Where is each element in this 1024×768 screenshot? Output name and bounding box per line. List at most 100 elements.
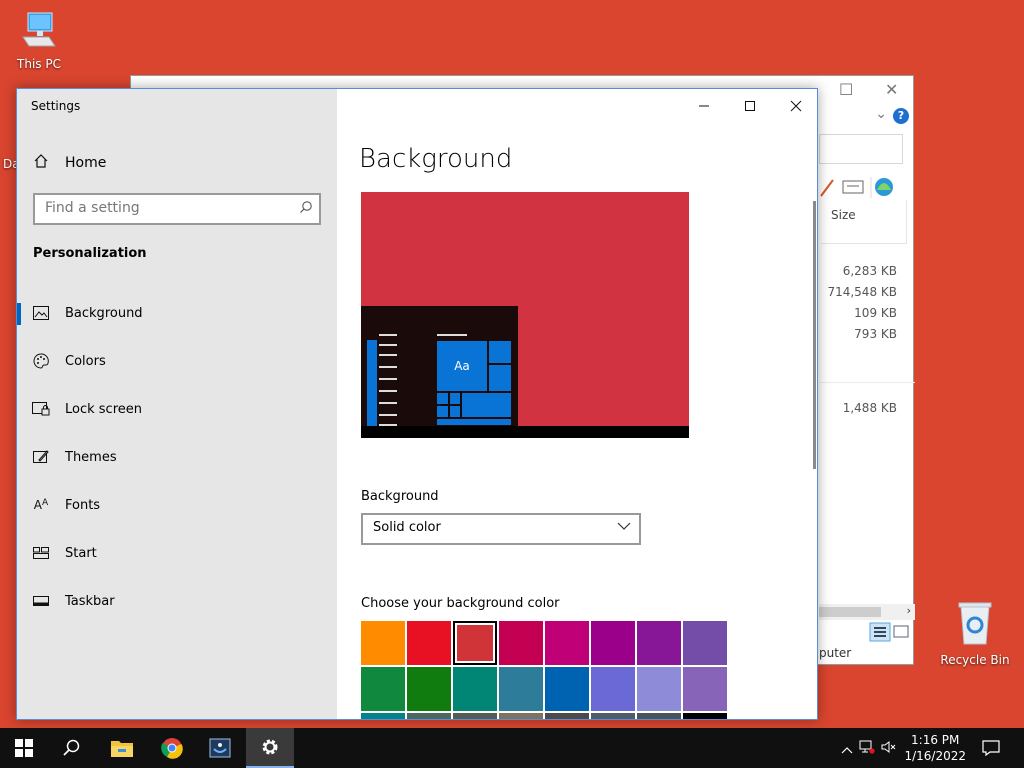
choose-color-label: Choose your background color: [361, 596, 560, 611]
color-swatch[interactable]: [591, 667, 635, 711]
recycle-bin-icon: [940, 600, 1010, 649]
color-swatch[interactable]: [453, 621, 497, 665]
minimize-button[interactable]: [681, 95, 727, 117]
explorer-horizontal-scrollbar[interactable]: ›: [819, 604, 915, 620]
recycle-bin-label: Recycle Bin: [940, 653, 1010, 667]
color-swatch[interactable]: [545, 713, 589, 719]
taskbar-clock[interactable]: 1:16 PM 1/16/2022: [904, 732, 966, 764]
settings-nav-pane: Settings Home Find a setting Personaliza…: [17, 89, 337, 719]
nav-item-colors[interactable]: Colors: [17, 341, 337, 381]
minimize-icon: [699, 105, 709, 107]
color-swatch[interactable]: [407, 713, 451, 719]
color-swatch[interactable]: [407, 667, 451, 711]
color-swatch[interactable]: [499, 713, 543, 719]
color-swatch[interactable]: [545, 621, 589, 665]
volume-muted-icon[interactable]: [878, 739, 900, 758]
chrome-icon: [161, 738, 183, 759]
color-swatch[interactable]: [683, 667, 727, 711]
gear-icon: [262, 739, 278, 755]
color-swatch[interactable]: [499, 621, 543, 665]
chevron-down-icon[interactable]: ⌄: [875, 106, 887, 122]
content-scrollbar[interactable]: [813, 201, 816, 469]
settings-taskbar-button[interactable]: [246, 728, 294, 768]
color-swatch[interactable]: [683, 621, 727, 665]
app-window-icon: [209, 738, 231, 758]
color-swatch[interactable]: [545, 667, 589, 711]
window-title: Settings: [31, 99, 81, 113]
start-icon: [17, 547, 65, 559]
computer-icon: [4, 10, 74, 53]
background-label: Background: [361, 489, 439, 504]
action-center-button[interactable]: [968, 728, 1014, 768]
file-explorer-taskbar-button[interactable]: [98, 728, 146, 768]
file-size: 1,488 KB: [842, 401, 897, 415]
nav-label: Background: [65, 305, 143, 321]
chrome-taskbar-button[interactable]: [148, 728, 196, 768]
nav-item-background[interactable]: Background: [17, 293, 337, 333]
close-icon: [790, 100, 802, 112]
help-icon[interactable]: ?: [893, 108, 909, 124]
nav-item-fonts[interactable]: AA Fonts: [17, 485, 337, 525]
lock-screen-icon: [17, 402, 65, 416]
nav-item-themes[interactable]: Themes: [17, 437, 337, 477]
nav-label: Taskbar: [65, 593, 115, 609]
size-column-header[interactable]: Size: [821, 200, 907, 244]
scroll-right-icon[interactable]: ›: [907, 604, 911, 617]
file-size: 793 KB: [854, 327, 897, 341]
color-swatch[interactable]: [683, 713, 727, 719]
search-button[interactable]: [48, 728, 96, 768]
start-button[interactable]: [0, 728, 48, 768]
color-swatch[interactable]: [361, 621, 405, 665]
color-swatch[interactable]: [453, 667, 497, 711]
color-swatch[interactable]: [591, 621, 635, 665]
explorer-maximize-icon[interactable]: ☐: [839, 80, 853, 99]
palette-icon: [17, 353, 65, 369]
app-taskbar-button[interactable]: [196, 728, 244, 768]
close-button[interactable]: [773, 95, 817, 117]
maximize-button[interactable]: [727, 95, 773, 117]
home-nav-item[interactable]: Home: [33, 153, 106, 173]
color-swatch[interactable]: [361, 667, 405, 711]
color-swatch[interactable]: [637, 621, 681, 665]
explorer-status-text: puter: [819, 646, 852, 660]
color-swatch[interactable]: [591, 713, 635, 719]
color-swatch[interactable]: [361, 713, 405, 719]
file-size: 109 KB: [854, 306, 897, 320]
explorer-search-box[interactable]: [819, 134, 903, 164]
view-toggle-buttons[interactable]: [869, 622, 911, 646]
file-size: 6,283 KB: [842, 264, 897, 278]
find-setting-search[interactable]: Find a setting: [33, 193, 321, 225]
explorer-close-icon[interactable]: ✕: [885, 80, 898, 99]
page-title: Background: [359, 144, 513, 174]
search-placeholder: Find a setting: [45, 200, 140, 216]
color-swatch[interactable]: [637, 667, 681, 711]
clock-date: 1/16/2022: [904, 749, 966, 763]
nav-label: Lock screen: [65, 401, 142, 417]
windows-logo-icon: [15, 739, 33, 757]
nav-label: Fonts: [65, 497, 101, 513]
nav-item-start[interactable]: Start: [17, 533, 337, 573]
color-swatch[interactable]: [407, 621, 451, 665]
windows-taskbar: 1:16 PM 1/16/2022: [0, 728, 1024, 768]
notification-icon: [982, 740, 1000, 756]
background-color-swatches: [361, 621, 729, 719]
color-swatch[interactable]: [499, 667, 543, 711]
network-icon[interactable]: [856, 739, 878, 758]
dropdown-value: Solid color: [373, 520, 441, 535]
chevron-up-icon[interactable]: [838, 739, 856, 758]
color-swatch[interactable]: [637, 713, 681, 719]
home-label: Home: [65, 155, 107, 171]
file-size: 714,548 KB: [827, 285, 897, 299]
folder-icon: [111, 741, 133, 757]
explorer-toolbar: [819, 174, 915, 200]
search-icon: [63, 739, 80, 756]
nav-item-lock-screen[interactable]: Lock screen: [17, 389, 337, 429]
recycle-bin-desktop-icon[interactable]: Recycle Bin: [940, 600, 1010, 667]
section-title: Personalization: [33, 246, 147, 261]
nav-item-taskbar[interactable]: Taskbar: [17, 581, 337, 621]
nav-label: Start: [65, 545, 97, 561]
color-swatch[interactable]: [453, 713, 497, 719]
this-pc-desktop-icon[interactable]: This PC: [4, 10, 74, 71]
this-pc-label: This PC: [17, 57, 61, 71]
background-type-dropdown[interactable]: Solid color: [361, 513, 641, 545]
